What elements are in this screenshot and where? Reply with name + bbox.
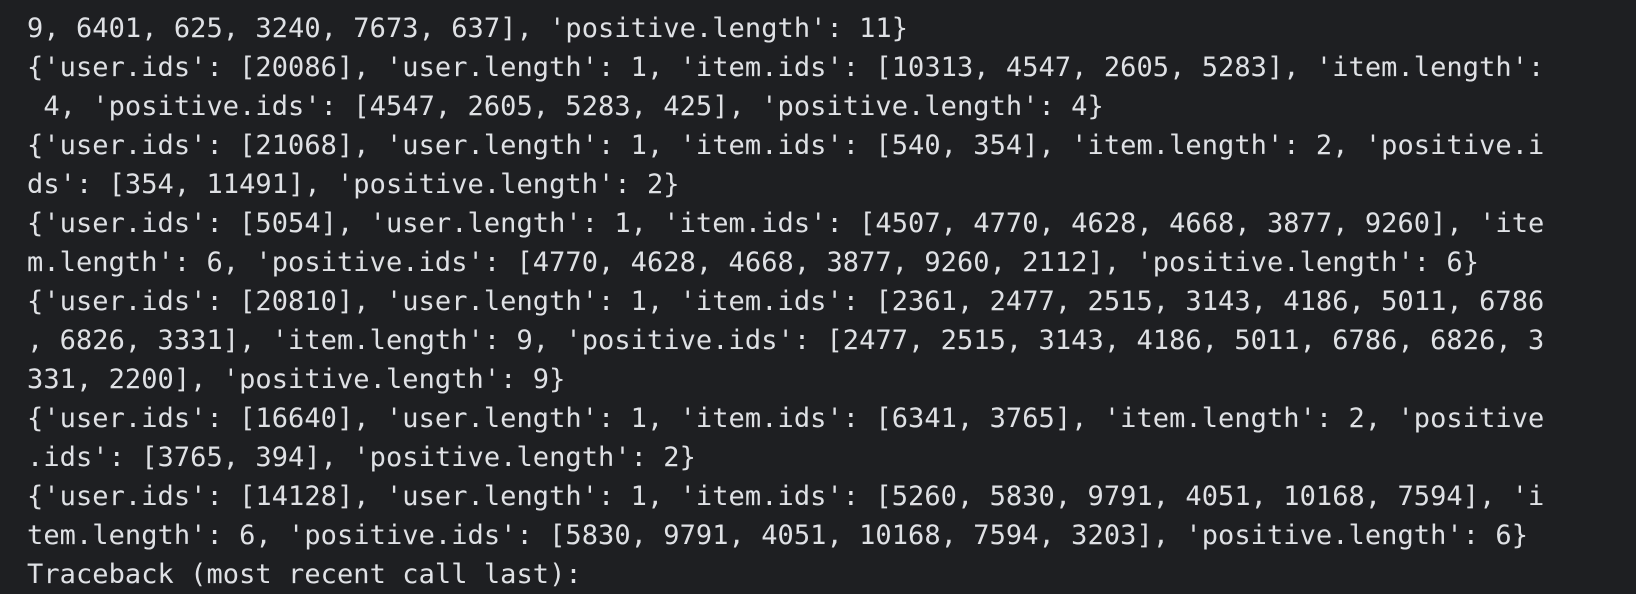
terminal-output[interactable]: 9, 6401, 625, 3240, 7673, 637], 'positiv… [0,0,1636,594]
output-line: {'user.ids': [21068], 'user.length': 1, … [27,130,1545,161]
output-line: m.length': 6, 'positive.ids': [4770, 462… [27,247,1480,278]
output-line: ds': [354, 11491], 'positive.length': 2} [27,169,680,200]
output-line: {'user.ids': [20086], 'user.length': 1, … [27,52,1545,83]
output-line: 9, 6401, 625, 3240, 7673, 637], 'positiv… [27,13,909,44]
output-line: , 6826, 3331], 'item.length': 9, 'positi… [27,325,1545,356]
output-line: {'user.ids': [5054], 'user.length': 1, '… [27,208,1545,239]
output-line: tem.length': 6, 'positive.ids': [5830, 9… [27,520,1529,551]
output-line: 331, 2200], 'positive.length': 9} [27,364,566,395]
output-line: {'user.ids': [14128], 'user.length': 1, … [27,481,1545,512]
output-line: .ids': [3765, 394], 'positive.length': 2… [27,442,696,473]
output-line: {'user.ids': [20810], 'user.length': 1, … [27,286,1545,317]
traceback-line: Traceback (most recent call last): [27,559,582,590]
output-line: {'user.ids': [16640], 'user.length': 1, … [27,403,1545,434]
output-line: 4, 'positive.ids': [4547, 2605, 5283, 42… [27,91,1104,122]
